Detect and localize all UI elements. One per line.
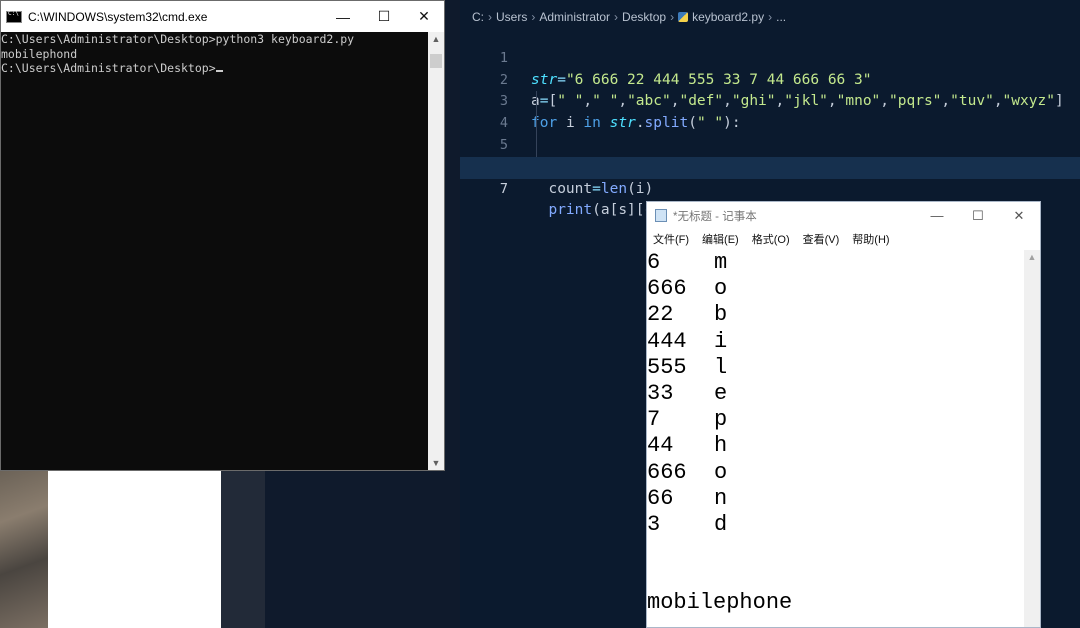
console-prompt-line: C:\Users\Administrator\Desktop> <box>1 61 429 76</box>
text-row: 7p <box>647 407 1025 433</box>
code-line-active: 7 <box>460 156 1080 197</box>
maximize-button[interactable]: ☐ <box>958 202 998 229</box>
scroll-up-icon[interactable]: ▲ <box>1024 252 1040 262</box>
chevron-right-icon: › <box>768 10 773 24</box>
code-text: count=len(i) <box>548 180 654 197</box>
text-row: 666 o <box>647 276 1025 302</box>
letter: l <box>714 354 728 380</box>
letter: b <box>714 302 728 328</box>
code-line: 2 a=[" "," ","abc","def","ghi","jkl","mn… <box>460 48 1080 110</box>
close-button[interactable]: ✕ <box>402 1 446 32</box>
indent-guide <box>536 134 537 157</box>
chevron-right-icon: › <box>488 10 492 24</box>
code-area[interactable]: 1 str="6 666 22 444 555 33 7 44 666 66 3… <box>460 26 1080 218</box>
text-row: 44 h <box>647 433 1025 459</box>
letter: i <box>714 328 728 354</box>
letter: p <box>714 407 728 433</box>
letter: o <box>714 459 728 485</box>
code-line: 4 s=int(i[0]) <box>460 91 1080 175</box>
notepad-icon <box>655 209 667 222</box>
digit-group: 66 <box>647 485 674 511</box>
result-text: mobilephone <box>647 590 793 616</box>
text-row: 33 e <box>647 381 1025 407</box>
text-row: 6m <box>647 250 1025 276</box>
code-line: 6 print(a[s][count-1],end="") <box>460 134 1080 218</box>
digit-group: 3 <box>647 511 661 537</box>
breadcrumb-item[interactable]: keyboard2.py <box>692 10 764 24</box>
maximize-button[interactable]: ☐ <box>362 1 406 32</box>
letter: m <box>714 250 728 275</box>
scrollbar-thumb[interactable] <box>430 54 442 68</box>
letter: o <box>714 276 728 302</box>
text-row: 444 i <box>647 329 1025 355</box>
text-row: 3d <box>647 512 1025 538</box>
digit-group: 666 <box>647 276 687 302</box>
indent-guide <box>536 113 537 135</box>
console-icon <box>6 10 22 23</box>
close-button[interactable]: ✕ <box>999 202 1039 229</box>
vertical-scrollbar[interactable]: ▲ <box>1024 250 1040 627</box>
text-row: 66 n <box>647 486 1025 512</box>
letter: e <box>714 380 728 406</box>
breadcrumb-item[interactable]: ... <box>776 10 786 24</box>
indent-guide <box>536 91 537 114</box>
line-number: 7 <box>499 180 508 197</box>
minimize-button[interactable]: — <box>321 1 365 32</box>
code-line: 1 str="6 666 22 444 555 33 7 44 666 66 3… <box>460 26 1080 88</box>
text-row: 22 b <box>647 302 1025 328</box>
cmd-title-bar[interactable]: C:\WINDOWS\system32\cmd.exe — ☐ ✕ <box>1 1 444 32</box>
breadcrumb-item[interactable]: Administrator <box>539 10 610 24</box>
background-window <box>48 470 221 628</box>
window-title: C:\WINDOWS\system32\cmd.exe <box>28 9 208 24</box>
digit-group: 555 <box>647 354 687 380</box>
python-file-icon <box>678 12 689 22</box>
digit-group: 444 <box>647 328 687 354</box>
notepad-text-area[interactable]: 6m 666 o 22 b 444 i 555 l 33 e 7p 44 h 666 o 66… <box>647 250 1025 627</box>
vertical-scrollbar[interactable]: ▲ ▼ <box>428 32 444 470</box>
digit-group: 22 <box>647 302 674 328</box>
letter: h <box>714 433 728 459</box>
menu-format[interactable]: 格式(O) <box>752 231 790 247</box>
text-row: 666 o <box>647 460 1025 486</box>
breadcrumb-item[interactable]: Users <box>496 10 527 24</box>
digit-group: 33 <box>647 380 674 406</box>
breadcrumb-item[interactable]: C: <box>472 10 484 24</box>
console-prompt: C:\Users\Administrator\Desktop> <box>1 61 216 76</box>
text-row: 555 l <box>647 355 1025 381</box>
notepad-window[interactable]: *无标题 - 记事本 — ☐ ✕ 文件(F) 编辑(E) 格式(O) 查看(V)… <box>646 201 1041 628</box>
menu-file[interactable]: 文件(F) <box>653 231 689 247</box>
text-cursor <box>215 70 223 73</box>
breadcrumb: C: › Users › Administrator › Desktop › k… <box>472 8 786 26</box>
blank-row <box>647 538 1025 564</box>
scroll-up-icon[interactable]: ▲ <box>428 34 444 44</box>
window-title: *无标题 - 记事本 <box>673 210 757 223</box>
blank-row <box>647 564 1025 590</box>
desktop-wallpaper <box>0 470 48 628</box>
notepad-title-bar[interactable]: *无标题 - 记事本 — ☐ ✕ <box>647 202 1040 229</box>
digit-group: 44 <box>647 433 674 459</box>
letter: d <box>714 511 728 537</box>
chevron-right-icon: › <box>670 10 675 24</box>
menu-view[interactable]: 查看(V) <box>803 231 840 247</box>
menu-help[interactable]: 帮助(H) <box>852 231 889 247</box>
menu-bar: 文件(F) 编辑(E) 格式(O) 查看(V) 帮助(H) <box>647 229 1040 249</box>
chevron-right-icon: › <box>614 10 619 24</box>
digit-group: 7 <box>647 407 661 433</box>
console-line: mobilephond <box>1 46 78 61</box>
breadcrumb-item[interactable]: Desktop <box>622 10 666 24</box>
digit-group: 666 <box>647 459 687 485</box>
code-line: 5 count=len(i) <box>460 113 1080 197</box>
cmd-window[interactable]: C:\WINDOWS\system32\cmd.exe — ☐ ✕ C:\Use… <box>0 0 445 471</box>
scroll-down-icon[interactable]: ▼ <box>428 458 444 468</box>
console-line: C:\Users\Administrator\Desktop>python3 k… <box>1 32 355 46</box>
menu-edit[interactable]: 编辑(E) <box>702 231 739 247</box>
console-output[interactable]: C:\Users\Administrator\Desktop>python3 k… <box>1 32 429 470</box>
chevron-right-icon: › <box>531 10 536 24</box>
minimize-button[interactable]: — <box>917 202 957 229</box>
digit-group: 6 <box>647 250 661 275</box>
letter: n <box>714 485 728 511</box>
code-line: 3 for i in str.split(" "): <box>460 70 1080 131</box>
